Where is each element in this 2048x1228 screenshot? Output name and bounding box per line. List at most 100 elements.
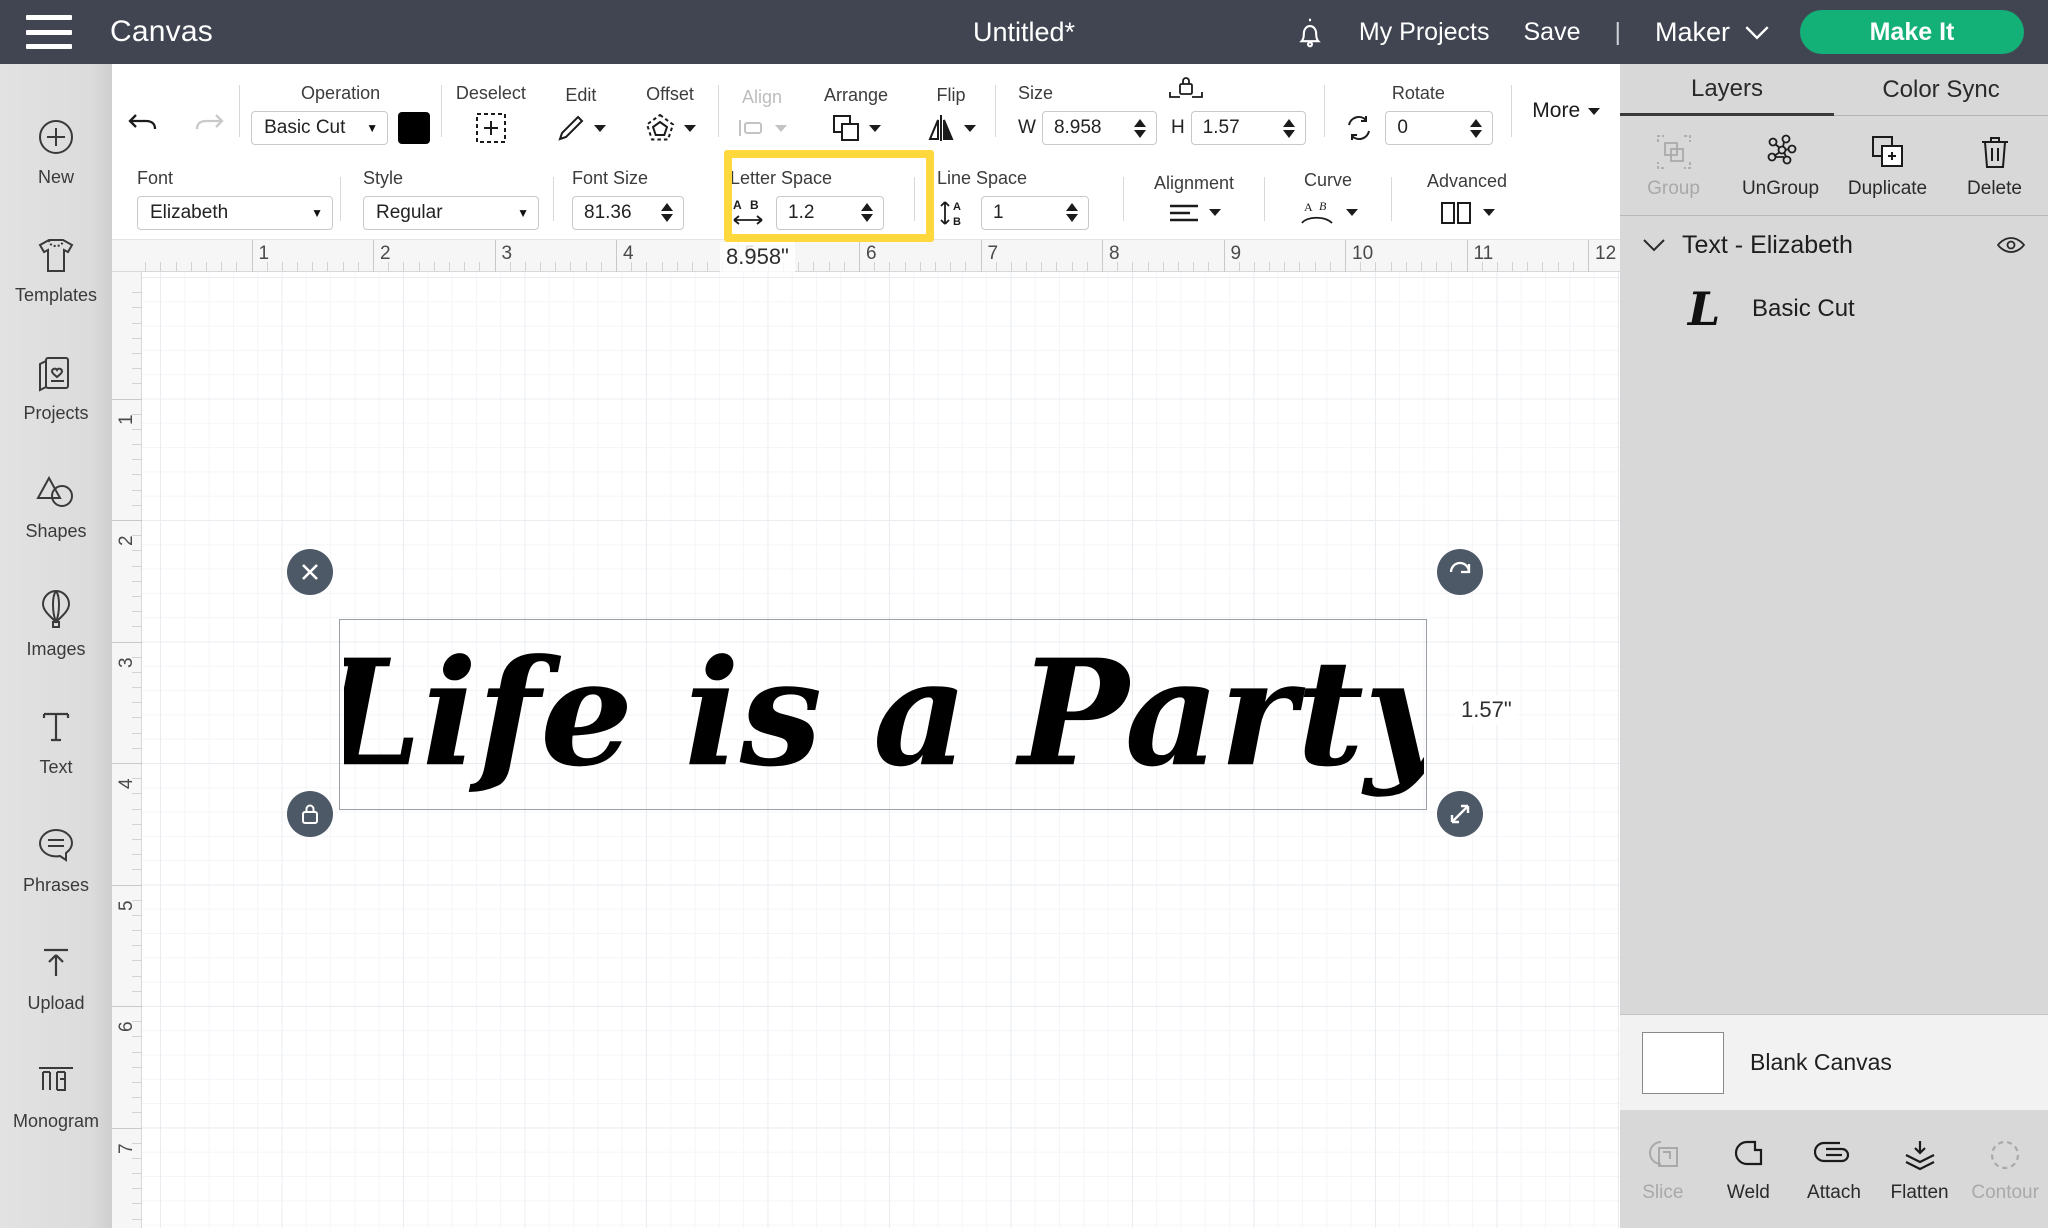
chevron-down-icon[interactable] bbox=[1642, 238, 1666, 252]
sidebar-item-new[interactable]: New bbox=[0, 92, 112, 210]
ruler-minor-tick bbox=[676, 262, 678, 271]
canvas-label[interactable]: Canvas bbox=[110, 15, 213, 49]
notification-bell-icon[interactable] bbox=[1295, 16, 1325, 48]
canvas-color-swatch[interactable] bbox=[1642, 1031, 1724, 1094]
close-x-handle-icon[interactable] bbox=[287, 549, 333, 595]
rotate-stepper[interactable] bbox=[1466, 118, 1492, 138]
ruler-minor-tick bbox=[132, 945, 141, 947]
rotate-icon[interactable] bbox=[1343, 113, 1375, 143]
ungroup-button[interactable]: UnGroup bbox=[1727, 116, 1834, 215]
sidebar-item-upload[interactable]: Upload bbox=[0, 918, 112, 1036]
sidebar-item-templates[interactable]: Templates bbox=[0, 210, 112, 328]
text-artwork[interactable]: Life is a Party bbox=[344, 618, 1424, 813]
ruler-minor-tick bbox=[1193, 262, 1195, 271]
undo-arrow-icon[interactable] bbox=[127, 108, 161, 136]
group-button[interactable]: Group bbox=[1620, 116, 1727, 215]
rotate-handle-icon[interactable] bbox=[1437, 549, 1483, 595]
pencil-icon[interactable] bbox=[556, 113, 606, 143]
ruler-minor-tick bbox=[540, 262, 542, 271]
ruler-minor-tick bbox=[132, 671, 141, 673]
offset-pentagon-icon[interactable] bbox=[644, 112, 696, 144]
line-space-input[interactable]: 1 bbox=[981, 195, 1089, 230]
ruler-minor-tick bbox=[132, 717, 141, 719]
delete-button[interactable]: Delete bbox=[1941, 116, 2048, 215]
flatten-button[interactable]: Flatten bbox=[1877, 1110, 1963, 1228]
width-stepper[interactable] bbox=[1130, 118, 1156, 138]
ruler-tick bbox=[1102, 240, 1103, 272]
font-size-stepper[interactable] bbox=[657, 203, 683, 222]
sidebar-item-images[interactable]: Images bbox=[0, 564, 112, 682]
ruler-minor-tick bbox=[132, 1021, 141, 1023]
design-canvas[interactable]: 123456789101112 12345678 8.958" 1.57" Li… bbox=[112, 240, 1620, 1228]
sidebar-item-monogram[interactable]: Monogram bbox=[0, 1036, 112, 1154]
align-left-lines-icon[interactable] bbox=[1167, 201, 1221, 225]
sidebar-item-projects[interactable]: Projects bbox=[0, 328, 112, 446]
slice-button[interactable]: Slice bbox=[1620, 1110, 1706, 1228]
ruler-minor-tick bbox=[448, 262, 450, 271]
ruler-minor-tick bbox=[1147, 262, 1149, 271]
rotate-input[interactable]: 0 bbox=[1385, 111, 1494, 145]
ruler-minor-tick bbox=[1299, 262, 1301, 271]
flip-mirror-icon[interactable] bbox=[926, 113, 976, 143]
sidebar-item-text[interactable]: Text bbox=[0, 682, 112, 800]
tab-layers[interactable]: Layers bbox=[1620, 64, 1834, 116]
sidebar-item-shapes[interactable]: Shapes bbox=[0, 446, 112, 564]
attach-button[interactable]: Attach bbox=[1791, 1110, 1877, 1228]
ruler-minor-tick bbox=[1557, 262, 1559, 271]
advanced-split-icon[interactable] bbox=[1439, 199, 1495, 227]
ruler-number: 4 bbox=[116, 778, 137, 789]
width-input[interactable]: 8.958 bbox=[1041, 111, 1157, 145]
ruler-minor-tick bbox=[1360, 262, 1362, 271]
ruler-minor-tick bbox=[132, 823, 141, 825]
operation-color-swatch[interactable] bbox=[398, 112, 431, 144]
ruler-minor-tick bbox=[132, 580, 141, 582]
save-button[interactable]: Save bbox=[1524, 18, 1581, 47]
layer-tools: Group UnGroup Duplicate Delete bbox=[1620, 116, 2048, 216]
font-select[interactable]: Elizabeth ▼ bbox=[137, 195, 333, 230]
weld-button[interactable]: Weld bbox=[1706, 1110, 1792, 1228]
bottom-tool-label: Attach bbox=[1807, 1182, 1861, 1203]
ruler-minor-tick bbox=[707, 262, 709, 271]
sidebar-item-phrases[interactable]: Phrases bbox=[0, 800, 112, 918]
letter-space-input[interactable]: 1.2 bbox=[776, 195, 884, 230]
dashed-plus-icon[interactable] bbox=[474, 111, 508, 145]
curve-text-icon[interactable]: A B bbox=[1298, 198, 1358, 228]
resize-diagonal-handle-icon[interactable] bbox=[1437, 791, 1483, 837]
line-space-stepper[interactable] bbox=[1062, 203, 1088, 222]
tab-color-sync[interactable]: Color Sync bbox=[1834, 64, 2048, 116]
height-input[interactable]: 1.57 bbox=[1190, 111, 1306, 145]
lock-closed-icon[interactable] bbox=[1156, 72, 1216, 102]
ruler-minor-tick bbox=[132, 869, 141, 871]
letter-space-stepper[interactable] bbox=[857, 203, 883, 222]
ruler-tick bbox=[112, 1006, 142, 1007]
font-size-input[interactable]: 81.36 bbox=[572, 195, 684, 230]
ruler-minor-tick bbox=[1117, 262, 1119, 271]
ruler-minor-tick bbox=[798, 262, 800, 271]
hamburger-menu-icon[interactable] bbox=[26, 15, 72, 49]
my-projects-link[interactable]: My Projects bbox=[1359, 18, 1490, 47]
operation-select[interactable]: Basic Cut ▼ bbox=[251, 111, 389, 145]
layer-child-row[interactable]: L Basic Cut bbox=[1620, 274, 2048, 344]
lock-aspect-handle-icon[interactable] bbox=[287, 791, 333, 837]
arrange-layers-icon[interactable] bbox=[831, 113, 881, 143]
style-label: Style bbox=[363, 167, 404, 188]
machine-selector[interactable]: Maker bbox=[1655, 17, 1770, 48]
text-toolbar: Font Elizabeth ▼ Style Regular ▼ Font Si… bbox=[112, 158, 1620, 240]
duplicate-button[interactable]: Duplicate bbox=[1834, 116, 1941, 215]
bottom-tools: Slice Weld Attach Flatten Contour bbox=[1620, 1110, 2048, 1228]
ruler-minor-tick bbox=[418, 262, 420, 271]
height-stepper[interactable] bbox=[1279, 118, 1305, 138]
eye-icon[interactable] bbox=[1996, 235, 2026, 255]
contour-button[interactable]: Contour bbox=[1962, 1110, 2048, 1228]
font-size-value: 81.36 bbox=[584, 201, 632, 223]
monogram-mg-icon bbox=[35, 1059, 77, 1103]
more-button[interactable]: More bbox=[1532, 99, 1601, 123]
redo-arrow-icon[interactable] bbox=[191, 108, 225, 136]
make-it-button[interactable]: Make It bbox=[1800, 10, 2024, 54]
ruler-minor-tick bbox=[145, 262, 147, 271]
blank-canvas-row[interactable]: Blank Canvas bbox=[1620, 1014, 2048, 1110]
style-select[interactable]: Regular ▼ bbox=[363, 195, 539, 230]
ruler-minor-tick bbox=[995, 262, 997, 271]
ruler-minor-tick bbox=[132, 702, 141, 704]
layer-group-row[interactable]: Text - Elizabeth bbox=[1620, 216, 2048, 274]
